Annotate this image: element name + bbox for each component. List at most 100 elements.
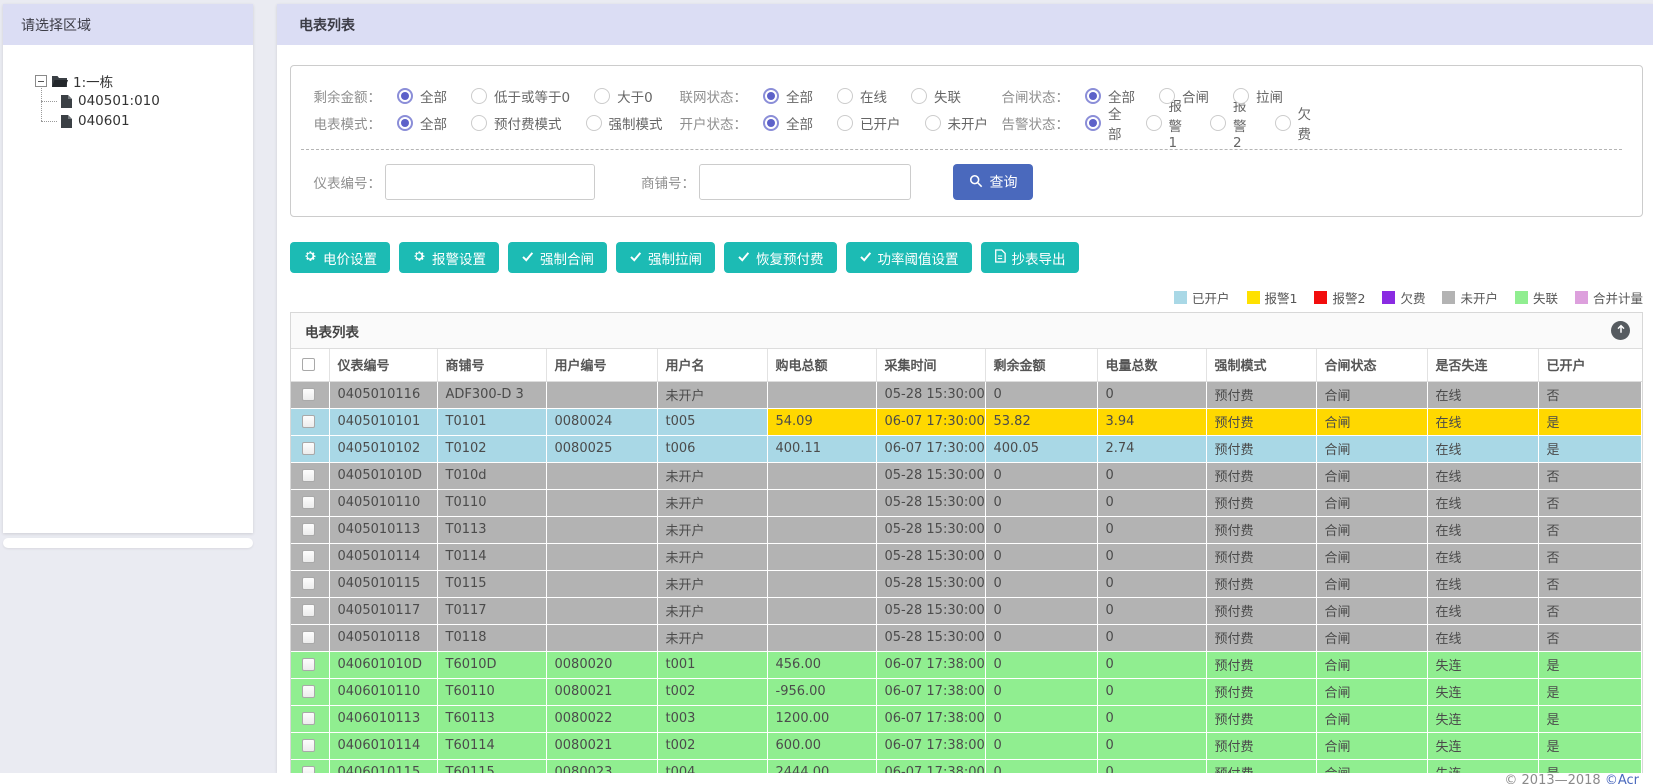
- radio-option[interactable]: 全部: [763, 113, 813, 133]
- cell-user-name: t003: [657, 705, 768, 733]
- cell-disconnect: 在线: [1427, 489, 1539, 517]
- radio-option[interactable]: 在线: [837, 86, 887, 106]
- radio-option[interactable]: 全部: [397, 86, 447, 106]
- action-button[interactable]: 功率阈值设置: [845, 242, 972, 273]
- radio-button[interactable]: [471, 114, 487, 131]
- radio-option[interactable]: 低于或等于0: [471, 86, 570, 106]
- radio-option[interactable]: 欠费: [1274, 103, 1311, 143]
- cell-force-mode: 预付费: [1206, 408, 1317, 436]
- row-checkbox[interactable]: [302, 388, 315, 401]
- row-checkbox[interactable]: [302, 442, 315, 455]
- action-button[interactable]: 强制拉闸: [616, 242, 715, 273]
- action-button[interactable]: 恢复预付费: [724, 242, 837, 273]
- radio-option[interactable]: 强制模式: [585, 113, 663, 133]
- table-row: 040601010D T6010D 0080020 t001 456.00 06-07 1…: [291, 651, 1642, 679]
- row-select-cell: [291, 543, 330, 571]
- row-checkbox[interactable]: [302, 577, 315, 590]
- column-header-collect-time: 采集时间: [876, 349, 986, 382]
- copyright-link[interactable]: ©Acr: [1605, 773, 1639, 784]
- radio-button[interactable]: [1085, 114, 1101, 131]
- table-row: 0405010116 ADF300-D 3 未开户 05-28 15:30:00 0 0 预…: [291, 381, 1642, 409]
- tree-root-label[interactable]: 1:一栋: [73, 71, 113, 91]
- radio-button[interactable]: [1210, 114, 1226, 131]
- area-panel-header: 请选择区域: [3, 4, 253, 45]
- tree-item[interactable]: 040601: [41, 111, 253, 131]
- row-checkbox[interactable]: [302, 631, 315, 644]
- radio-option[interactable]: 预付费模式: [471, 113, 562, 133]
- shop-no-input[interactable]: [699, 164, 911, 200]
- meter-no-input[interactable]: [385, 164, 595, 200]
- legend-label: 未开户: [1460, 290, 1498, 306]
- radio-button[interactable]: [763, 114, 779, 131]
- radio-option[interactable]: 全部: [763, 86, 813, 106]
- cell-remain-amount: 400.05: [985, 435, 1098, 463]
- cell-purchase-total: [767, 462, 877, 490]
- action-button[interactable]: 电价设置: [290, 242, 390, 273]
- row-checkbox[interactable]: [302, 685, 315, 698]
- cell-opened: 否: [1538, 543, 1642, 571]
- tree-item-label[interactable]: 040501:010: [78, 93, 160, 109]
- row-select-cell: [291, 759, 330, 773]
- row-checkbox[interactable]: [302, 658, 315, 671]
- filter-row: 剩余金额： 全部 低于或等于0 大于0 联网状态： 全部 在线 失联 合闸状态： 全部 合闸 拉闸: [301, 82, 1622, 109]
- radio-button[interactable]: [911, 87, 927, 104]
- radio-button[interactable]: [585, 114, 602, 131]
- cell-user-name: 未开户: [657, 597, 768, 625]
- radio-button[interactable]: [1145, 114, 1162, 131]
- cell-energy-total: 0: [1097, 597, 1207, 625]
- row-checkbox[interactable]: [302, 766, 315, 773]
- row-checkbox[interactable]: [302, 496, 315, 509]
- radio-option[interactable]: 大于0: [594, 86, 653, 106]
- cell-switch-status: 合闸: [1316, 516, 1428, 544]
- radio-button[interactable]: [397, 114, 413, 131]
- column-header-force-mode: 强制模式: [1206, 349, 1317, 382]
- collapse-panel-button[interactable]: [1611, 321, 1630, 340]
- radio-button[interactable]: [1233, 87, 1249, 104]
- radio-button[interactable]: [1159, 87, 1175, 104]
- cell-disconnect: 在线: [1427, 624, 1539, 652]
- radio-button[interactable]: [763, 87, 779, 104]
- row-checkbox[interactable]: [302, 550, 315, 563]
- sidebar-scrollbar[interactable]: [3, 538, 253, 548]
- cell-force-mode: 预付费: [1206, 732, 1317, 760]
- legend-label: 已开户: [1192, 290, 1230, 306]
- radio-option[interactable]: 未开户: [924, 113, 988, 133]
- row-checkbox[interactable]: [302, 523, 315, 536]
- radio-button[interactable]: [1085, 87, 1101, 104]
- meter-panel-header: 电表列表: [277, 4, 1653, 45]
- radio-button[interactable]: [837, 114, 853, 131]
- radio-button[interactable]: [924, 114, 941, 131]
- action-button[interactable]: 报警设置: [399, 242, 499, 273]
- cell-disconnect: 失连: [1427, 705, 1539, 733]
- cell-energy-total: 0: [1097, 489, 1207, 517]
- select-all-checkbox[interactable]: [302, 358, 315, 372]
- row-checkbox[interactable]: [302, 415, 315, 428]
- row-checkbox[interactable]: [302, 739, 315, 752]
- radio-button[interactable]: [397, 87, 413, 104]
- tree-item-label[interactable]: 040601: [78, 113, 130, 129]
- row-checkbox[interactable]: [302, 469, 315, 482]
- row-checkbox[interactable]: [302, 604, 315, 617]
- cell-switch-status: 合闸: [1316, 435, 1428, 463]
- radio-button[interactable]: [837, 87, 853, 104]
- row-checkbox[interactable]: [302, 712, 315, 725]
- radio-option[interactable]: 全部: [1085, 103, 1122, 143]
- action-button[interactable]: 强制合闸: [508, 242, 607, 273]
- radio-button[interactable]: [471, 87, 487, 104]
- cell-user-name: t006: [657, 435, 768, 463]
- radio-button[interactable]: [594, 87, 611, 104]
- copyright-text: © 2013—2018: [1504, 773, 1605, 784]
- action-button[interactable]: 抄表导出: [980, 242, 1079, 273]
- radio-option[interactable]: 已开户: [837, 113, 901, 133]
- file-icon: [61, 94, 72, 108]
- search-button[interactable]: 查询: [953, 164, 1033, 200]
- cell-shop-no: T010d: [437, 462, 547, 490]
- radio-button[interactable]: [1274, 114, 1291, 131]
- radio-option[interactable]: 失联: [911, 86, 961, 106]
- radio-option[interactable]: 全部: [397, 113, 447, 133]
- tree-collapse-icon[interactable]: [35, 75, 47, 87]
- table-header-row: 仪表编号 商铺号 用户编号 用户名 购电总额 采集时间 剩余金额 电量总数 强制模式 合闸状态 是否…: [291, 349, 1642, 382]
- area-panel: 请选择区域 1:一栋 040501:010 040601: [3, 4, 253, 533]
- cell-collect-time: 06-07 17:38:00: [876, 759, 986, 773]
- tree-item[interactable]: 040501:010: [41, 91, 253, 111]
